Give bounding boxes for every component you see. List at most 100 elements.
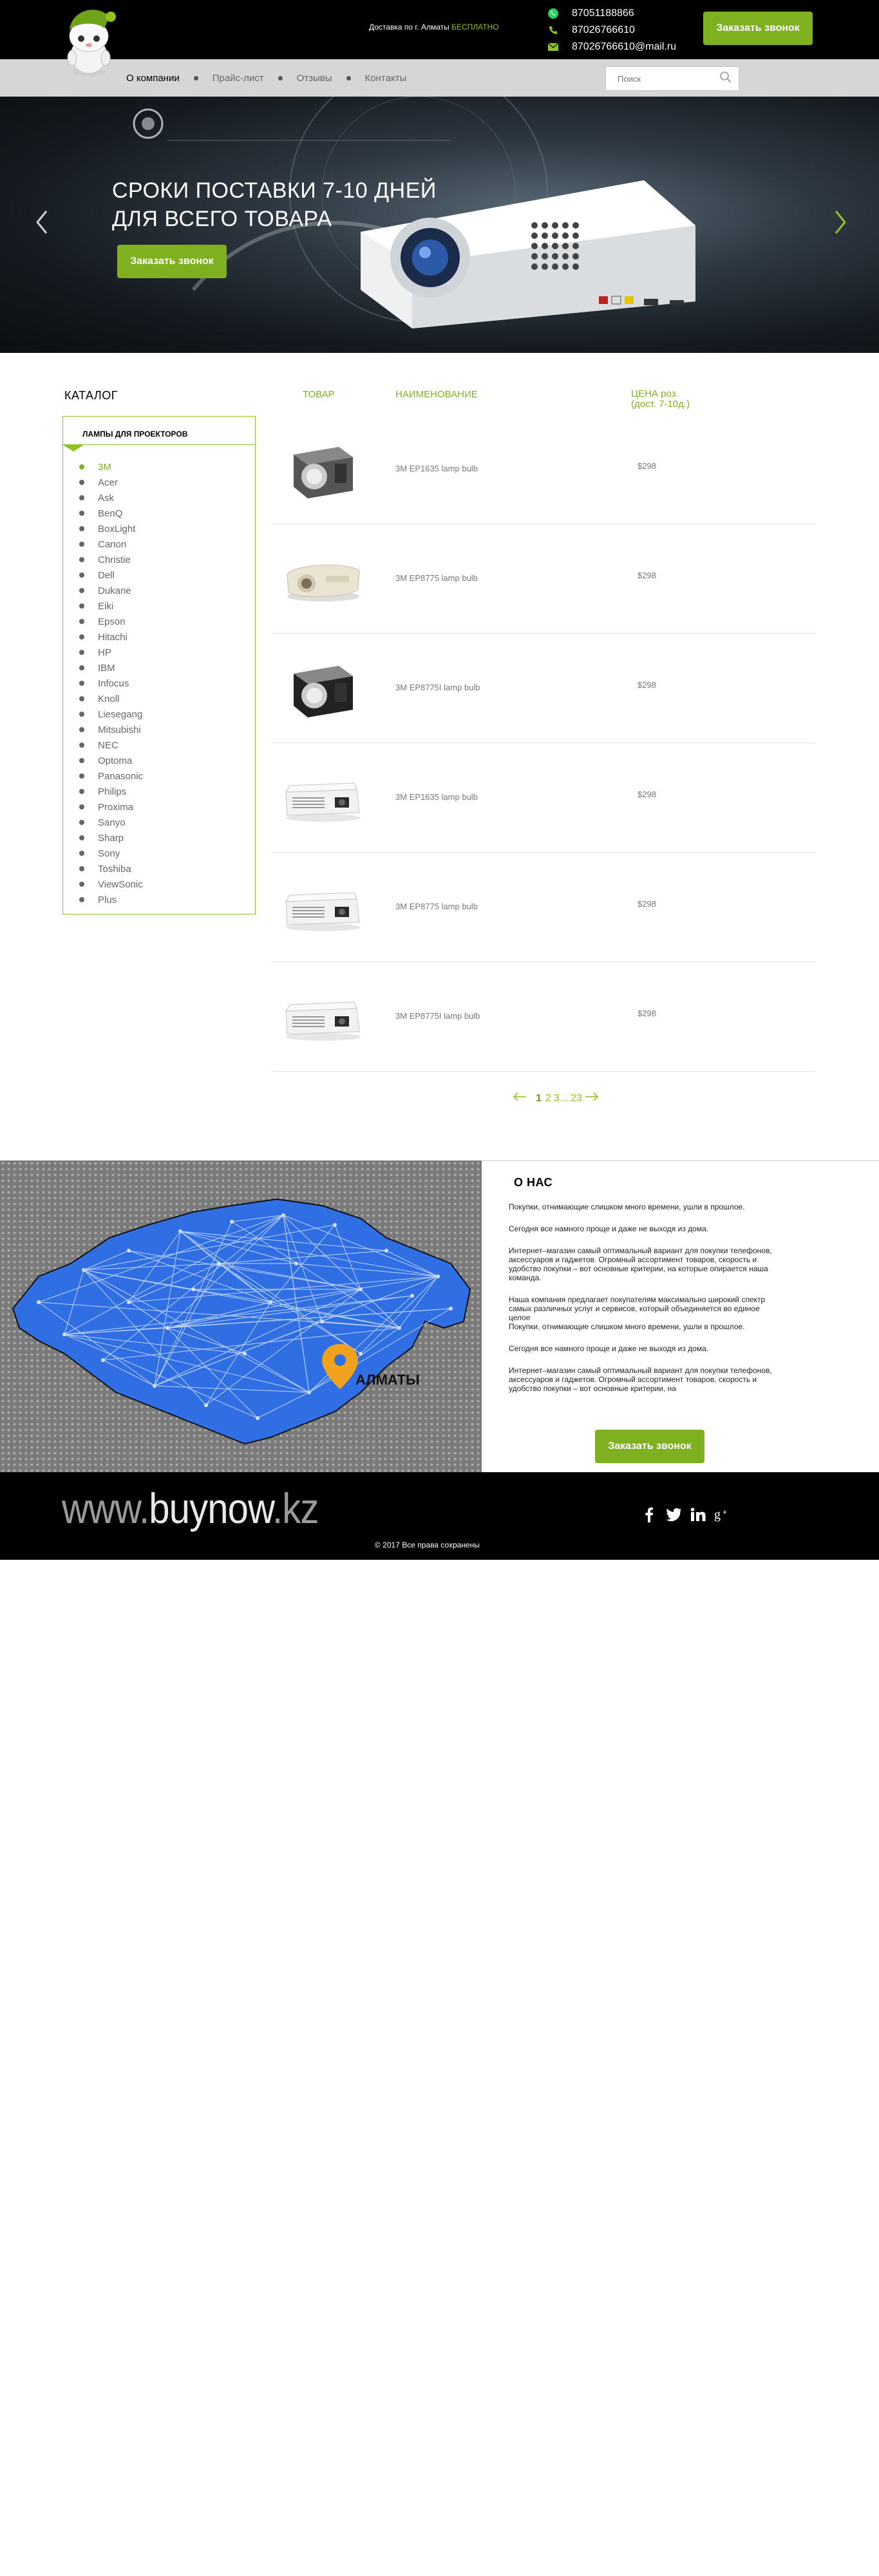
brand-label: IBM — [98, 662, 115, 674]
brand-item[interactable]: Plus — [63, 892, 255, 907]
product-row[interactable]: 3M EP1635 lamp bulb $298 — [272, 743, 815, 853]
brand-label: Sanyo — [98, 817, 126, 828]
pager-prev-arrow-icon[interactable] — [513, 1092, 527, 1104]
nav-separator — [346, 75, 351, 80]
bullet-dot — [79, 495, 84, 500]
product-image[interactable] — [281, 545, 364, 613]
product-name[interactable]: 3M EP8775I lamp bulb — [395, 1011, 480, 1021]
brand-item[interactable]: Toshiba — [63, 861, 255, 876]
nav-item-reviews[interactable]: Отзывы — [297, 73, 332, 84]
twitter-icon[interactable] — [663, 1504, 684, 1525]
brand-item[interactable]: Knoll — [63, 691, 255, 706]
hero-call-button[interactable]: Заказать звонок — [117, 245, 227, 278]
product-row[interactable]: 3M EP1635 lamp bulb $298 — [272, 415, 815, 524]
product-row[interactable]: 3M EP8775 lamp bulb $298 — [272, 524, 815, 634]
about-text-block: О НАС Покупки, отнимающие слишком много … — [509, 1176, 779, 1406]
brand-list: 3M Acer Ask BenQ BoxLight Canon Christie Dell Du… — [63, 445, 255, 907]
brand-item[interactable]: Christie — [63, 552, 255, 567]
brand-label: Christie — [98, 554, 131, 565]
brand-item[interactable]: Infocus — [63, 676, 255, 691]
brand-item[interactable]: Canon — [63, 536, 255, 552]
google-plus-icon[interactable]: g + — [712, 1504, 733, 1525]
contact-text: 87026766610@mail.ru — [572, 41, 677, 52]
slider-prev-arrow-icon[interactable] — [32, 206, 52, 238]
brand-item[interactable]: Dukane — [63, 583, 255, 598]
brand-label: Dell — [98, 569, 115, 581]
about-paragraph: Сегодня все намного проще и даже не выхо… — [509, 1224, 709, 1233]
brand-item[interactable]: Ask — [63, 490, 255, 506]
page-link-last[interactable]: 23 — [571, 1093, 582, 1104]
search-icon[interactable] — [719, 71, 732, 87]
bullet-dot — [79, 650, 84, 655]
hero-slider: СРОКИ ПОСТАВКИ 7-10 ДНЕЙ ДЛЯ ВСЕГО ТОВАР… — [0, 97, 879, 353]
brand-item[interactable]: Hitachi — [63, 629, 255, 645]
bullet-dot — [79, 789, 84, 794]
nav-item-contacts[interactable]: Контакты — [365, 73, 407, 84]
pager-next-arrow-icon[interactable] — [585, 1092, 599, 1104]
brand-item[interactable]: Dell — [63, 567, 255, 583]
about-call-button[interactable]: Заказать звонок — [595, 1430, 704, 1463]
page-link[interactable]: 2 — [545, 1093, 551, 1104]
product-image[interactable] — [281, 983, 364, 1051]
brand-item[interactable]: Sony — [63, 846, 255, 861]
nav-menu: О компании Прайс-лист Отзывы Контакты — [126, 59, 421, 97]
brand-label: Proxima — [98, 801, 134, 813]
nav-item-about[interactable]: О компании — [126, 73, 180, 84]
brand-item[interactable]: Sanyo — [63, 815, 255, 830]
brand-item[interactable]: Epson — [63, 614, 255, 629]
brand-item[interactable]: Proxima — [63, 799, 255, 815]
call-back-button[interactable]: Заказать звонок — [703, 12, 813, 45]
product-name[interactable]: 3M EP8775 lamp bulb — [395, 573, 478, 583]
product-image[interactable] — [281, 764, 364, 832]
brand-item[interactable]: IBM — [63, 660, 255, 676]
page-link[interactable]: 3 — [554, 1093, 560, 1104]
bullet-dot — [79, 696, 84, 701]
brand-item[interactable]: ViewSonic — [63, 876, 255, 892]
brand-item[interactable]: Sharp — [63, 830, 255, 846]
contact-mail[interactable]: 87026766610@mail.ru — [546, 39, 676, 55]
logo[interactable] — [59, 3, 118, 79]
contact-phone[interactable]: 87026766610 — [546, 22, 676, 39]
bullet-dot — [79, 804, 84, 810]
search-input[interactable] — [616, 73, 719, 84]
brand-item[interactable]: Optoma — [63, 753, 255, 768]
bullet-dot — [79, 480, 84, 485]
brand-item[interactable]: NEC — [63, 737, 255, 753]
brand-item[interactable]: Acer — [63, 475, 255, 490]
product-name[interactable]: 3M EP8775I lamp bulb — [395, 683, 480, 692]
footer-logo[interactable]: www.buynow.kz — [62, 1484, 319, 1533]
facebook-icon[interactable] — [639, 1504, 659, 1525]
brand-item[interactable]: BoxLight — [63, 521, 255, 536]
header: Доставка по г. Алматы БЕСПЛАТНО 87051188… — [0, 0, 879, 59]
product-image[interactable] — [281, 873, 364, 942]
brand-label: Plus — [98, 894, 117, 905]
nav-item-price-list[interactable]: Прайс-лист — [213, 73, 264, 84]
about-paragraph: Интернет–магазин самый оптимальный вариа… — [509, 1366, 772, 1393]
social-links: g + — [639, 1504, 737, 1525]
product-row[interactable]: 3M EP8775I lamp bulb $298 — [272, 962, 815, 1072]
footer-logo-suffix: .kz — [272, 1484, 319, 1532]
bullet-dot — [79, 712, 84, 717]
brand-label: Panasonic — [98, 770, 144, 782]
page-current[interactable]: 1 — [536, 1093, 542, 1104]
brand-item[interactable]: Liesegang — [63, 706, 255, 722]
catalog-category[interactable]: ЛАМПЫ ДЛЯ ПРОЕКТОРОВ — [63, 417, 255, 445]
brand-item[interactable]: Philips — [63, 784, 255, 799]
contact-whatsapp[interactable]: 87051188866 — [546, 5, 676, 22]
product-image[interactable] — [281, 654, 364, 723]
brand-item[interactable]: Eiki — [63, 598, 255, 614]
brand-item[interactable]: HP — [63, 645, 255, 660]
brand-label: ViewSonic — [98, 878, 143, 890]
product-name[interactable]: 3M EP8775 lamp bulb — [395, 902, 478, 911]
product-name[interactable]: 3M EP1635 lamp bulb — [395, 464, 478, 473]
product-row[interactable]: 3M EP8775I lamp bulb $298 — [272, 634, 815, 743]
product-image[interactable] — [281, 435, 364, 504]
brand-item[interactable]: Mitsubishi — [63, 722, 255, 737]
brand-item[interactable]: Panasonic — [63, 768, 255, 784]
product-row[interactable]: 3M EP8775 lamp bulb $298 — [272, 853, 815, 962]
product-name[interactable]: 3M EP1635 lamp bulb — [395, 792, 478, 802]
linkedin-icon[interactable] — [688, 1504, 708, 1525]
brand-item[interactable]: BenQ — [63, 506, 255, 521]
slider-next-arrow-icon[interactable] — [831, 206, 850, 238]
brand-item[interactable]: 3M — [63, 459, 255, 475]
